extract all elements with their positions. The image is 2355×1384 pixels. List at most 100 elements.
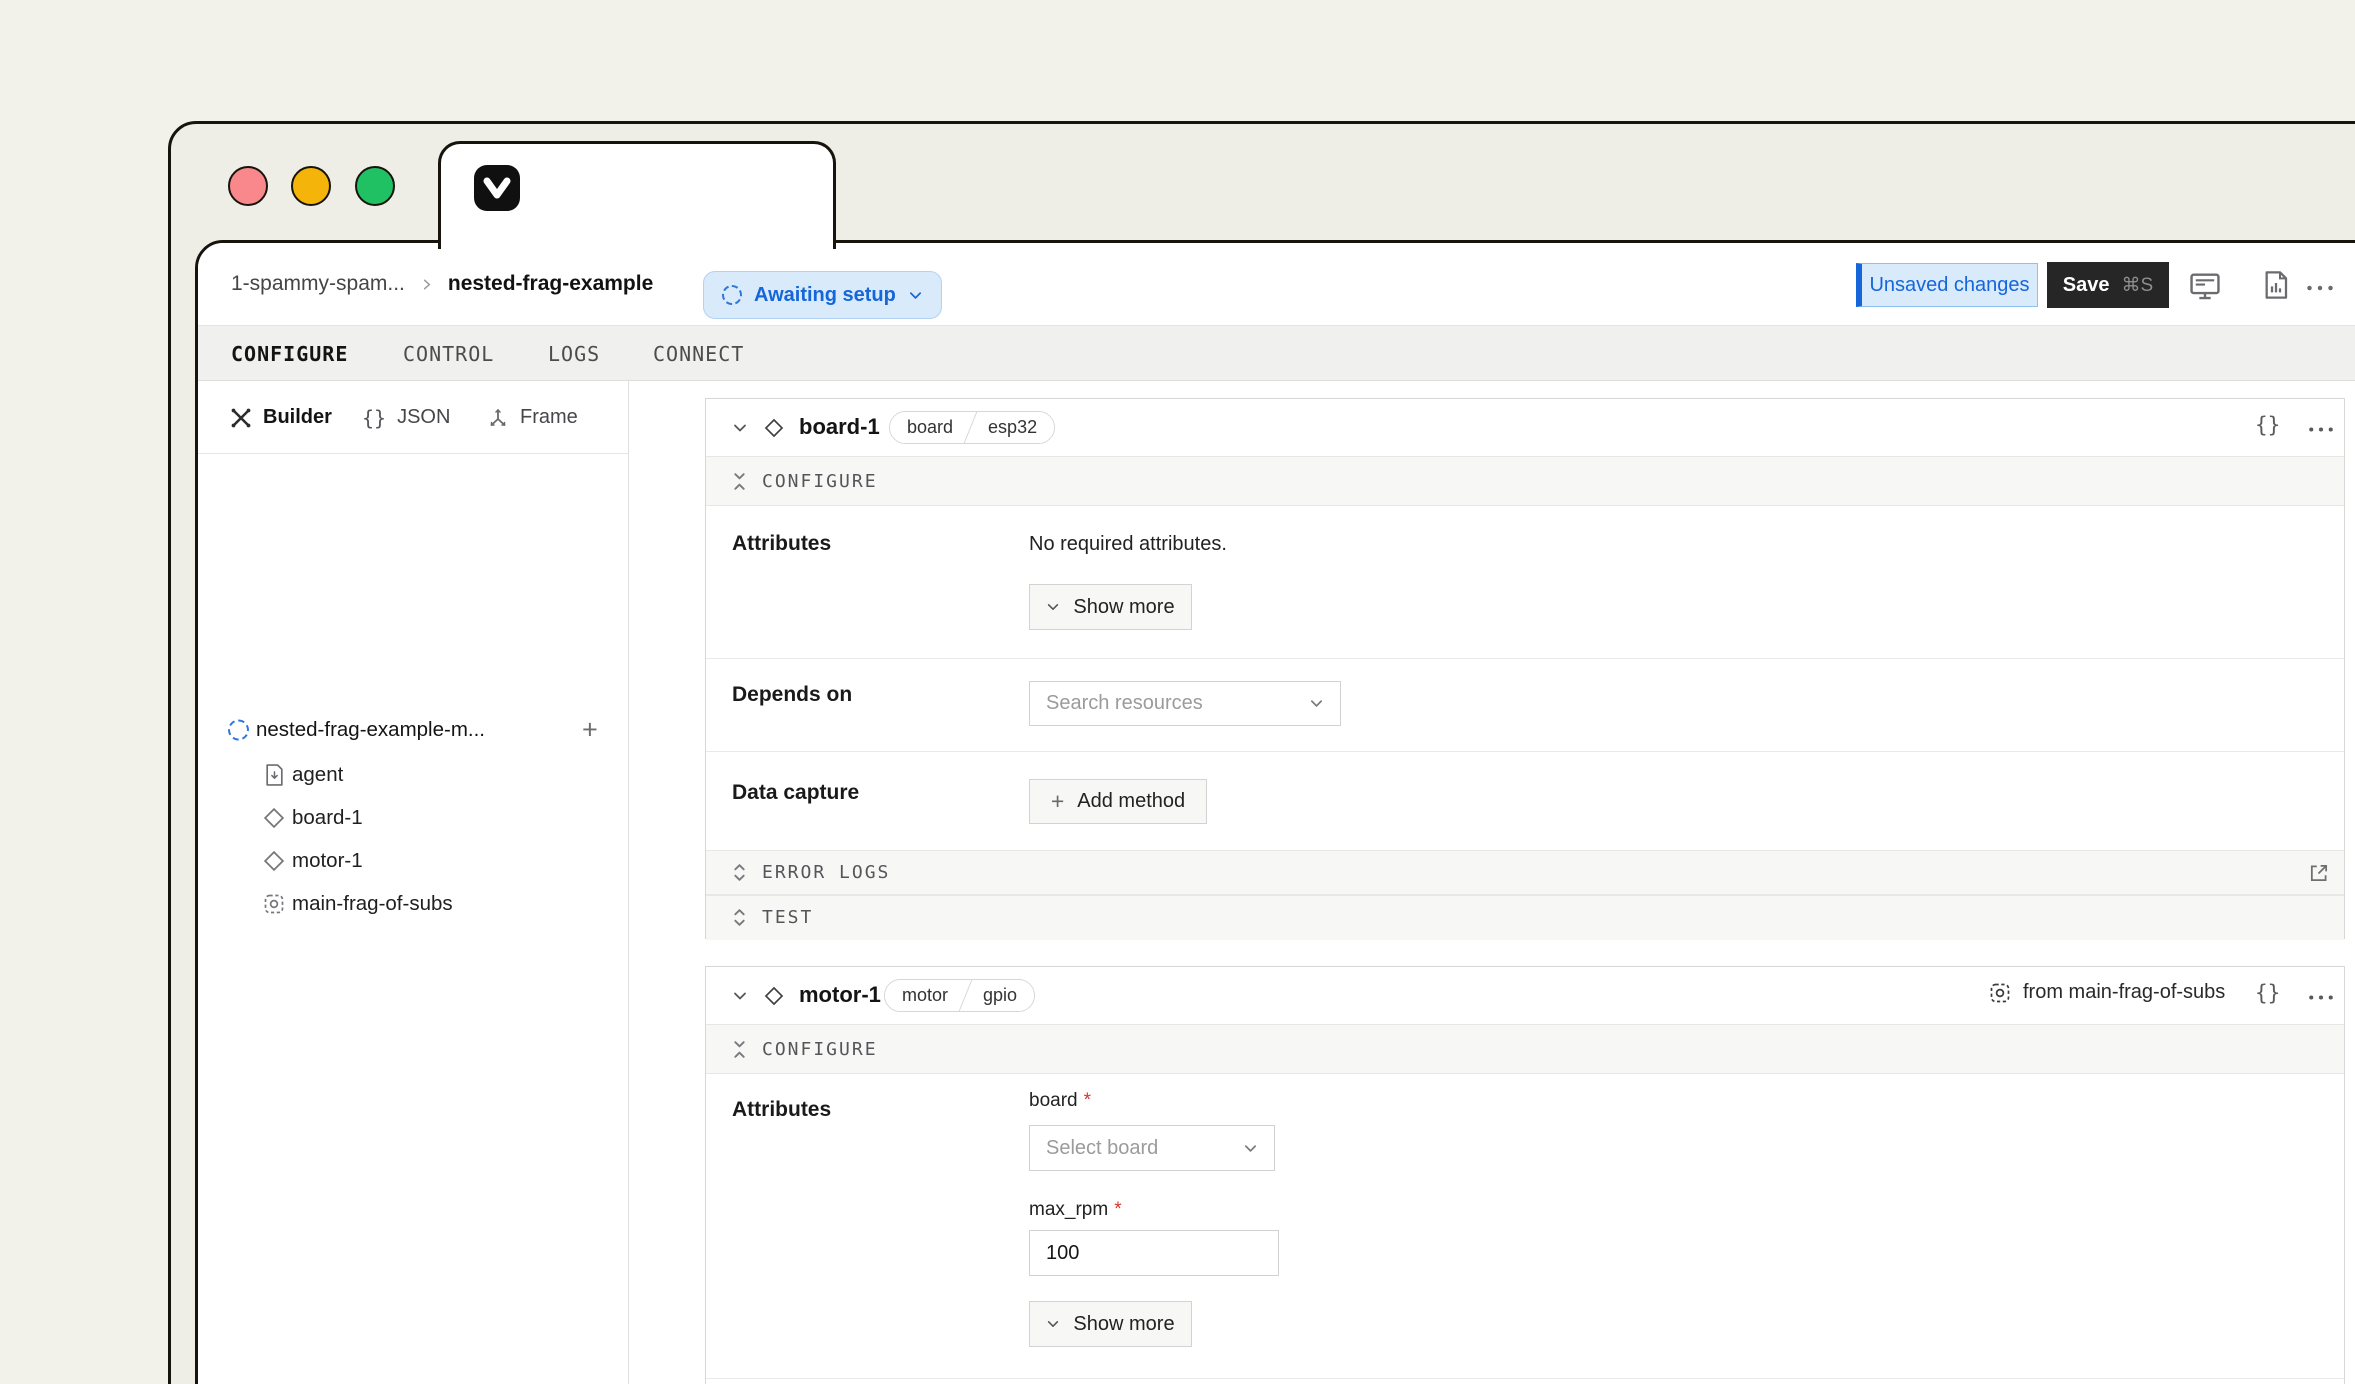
chevron-down-icon	[1309, 696, 1324, 711]
code-braces-icon[interactable]: {}	[2255, 413, 2280, 437]
max-rpm-input[interactable]	[1029, 1230, 1279, 1276]
resource-card-motor-1: motor-1 motor gpio from main-frag-of-sub…	[705, 966, 2345, 1384]
chevron-down-icon	[1046, 1317, 1060, 1331]
tree-item-label: main-frag-of-subs	[292, 892, 453, 916]
unsaved-changes-label: Unsaved changes	[1869, 274, 2029, 297]
tree-item-label: board-1	[292, 806, 363, 830]
add-method-button[interactable]: + Add method	[1029, 779, 1207, 824]
card-header: board-1 board esp32 {}	[706, 399, 2344, 456]
show-more-label: Show more	[1073, 1313, 1174, 1336]
view-tab-json-label: JSON	[397, 406, 450, 429]
browser-tab[interactable]	[438, 141, 836, 249]
tab-control[interactable]: CONTROL	[403, 326, 494, 382]
resource-type-tag: board	[890, 412, 970, 443]
collapse-chevron-icon[interactable]	[732, 988, 748, 1004]
resource-model-tag: esp32	[971, 412, 1054, 443]
add-method-label: Add method	[1077, 790, 1185, 813]
row-divider	[706, 751, 2344, 752]
show-more-button[interactable]: Show more	[1029, 584, 1192, 630]
breadcrumb-parent-link[interactable]: 1-spammy-spam...	[231, 272, 405, 296]
machine-awaiting-icon	[228, 720, 249, 741]
from-fragment-link[interactable]: from main-frag-of-subs	[1989, 981, 2225, 1004]
tree-item-board-1[interactable]: board-1	[198, 796, 628, 840]
save-button-label: Save	[2063, 274, 2110, 297]
tab-configure[interactable]: CONFIGURE	[231, 326, 348, 382]
collapse-chevron-icon[interactable]	[732, 420, 748, 436]
component-diamond-icon	[263, 850, 285, 872]
attributes-label: Attributes	[732, 532, 831, 556]
configure-section-label: CONFIGURE	[762, 1039, 878, 1060]
card-header: motor-1 motor gpio from main-frag-of-sub…	[706, 967, 2344, 1024]
test-section-label: TEST	[762, 907, 813, 928]
configure-section-header[interactable]: CONFIGURE	[706, 1024, 2344, 1074]
traffic-light-close-button[interactable]	[228, 166, 268, 206]
component-diamond-icon	[764, 418, 784, 438]
view-tab-json[interactable]: {} JSON	[362, 381, 450, 454]
show-more-label: Show more	[1073, 596, 1174, 619]
machine-status-badge[interactable]: Awaiting setup	[703, 271, 942, 319]
tab-logs[interactable]: LOGS	[548, 326, 600, 382]
show-more-button[interactable]: Show more	[1029, 1301, 1192, 1347]
sidebar-view-switcher: Builder {} JSON Frame	[198, 381, 628, 454]
chevron-down-icon	[1046, 600, 1060, 614]
breadcrumb-chevron-icon	[419, 277, 434, 292]
save-button[interactable]: Save ⌘S	[2047, 262, 2169, 308]
resource-type-pill: board esp32	[889, 411, 1055, 444]
card-menu-icon[interactable]	[2308, 425, 2334, 434]
configure-section-header[interactable]: CONFIGURE	[706, 456, 2344, 506]
depends-on-label: Depends on	[732, 683, 852, 707]
attributes-note: No required attributes.	[1029, 533, 1227, 556]
board-field-label: board*	[1029, 1090, 1091, 1112]
resource-title: motor-1	[799, 982, 881, 1008]
tree-item-motor-1[interactable]: motor-1	[198, 839, 628, 883]
configure-section-label: CONFIGURE	[762, 471, 878, 492]
viam-logo-icon	[474, 165, 520, 211]
breadcrumb-current: nested-frag-example	[448, 272, 653, 296]
select-board-dropdown[interactable]: Select board	[1029, 1125, 1275, 1171]
machine-page-icon[interactable]	[2188, 269, 2222, 303]
status-chevron-down-icon	[908, 288, 923, 303]
expand-section-icon	[732, 907, 747, 928]
tab-connect[interactable]: CONNECT	[653, 326, 744, 382]
depends-on-select[interactable]: Search resources	[1029, 681, 1341, 726]
external-link-icon[interactable]	[2308, 862, 2330, 884]
view-tab-frame[interactable]: Frame	[487, 381, 578, 454]
tree-item-machine-root[interactable]: nested-frag-example-m... +	[198, 708, 628, 752]
from-fragment-label: from main-frag-of-subs	[2023, 981, 2225, 1004]
config-sidebar: Builder {} JSON Frame nested-frag-exampl…	[198, 381, 629, 1384]
card-menu-icon[interactable]	[2308, 993, 2334, 1002]
row-divider	[706, 658, 2344, 659]
save-shortcut-label: ⌘S	[2122, 274, 2154, 297]
traffic-light-minimize-button[interactable]	[291, 166, 331, 206]
code-braces-icon[interactable]: {}	[2255, 981, 2280, 1005]
resource-type-tag: motor	[885, 980, 965, 1011]
attributes-label: Attributes	[732, 1098, 831, 1122]
plus-icon: +	[1051, 788, 1064, 815]
resource-model-tag: gpio	[966, 980, 1034, 1011]
required-marker: *	[1084, 1090, 1091, 1111]
resource-title: board-1	[799, 414, 880, 440]
add-resource-button[interactable]: +	[582, 717, 598, 744]
component-diamond-icon	[263, 807, 285, 829]
tree-item-label: motor-1	[292, 849, 363, 873]
view-tab-builder[interactable]: Builder	[230, 381, 332, 454]
resource-card-board-1: board-1 board esp32 {} CONFIGURE Attribu…	[705, 398, 2345, 939]
machine-nav-tabs: CONFIGURE CONTROL LOGS CONNECT	[198, 325, 2355, 381]
builder-tools-icon	[230, 407, 252, 429]
overflow-menu-icon[interactable]	[2306, 283, 2334, 293]
tree-item-main-frag-of-subs[interactable]: main-frag-of-subs	[198, 882, 628, 926]
traffic-light-zoom-button[interactable]	[355, 166, 395, 206]
machine-status-label: Awaiting setup	[754, 284, 896, 307]
code-braces-icon: {}	[362, 406, 386, 430]
component-diamond-icon	[764, 986, 784, 1006]
test-section-header[interactable]: TEST	[706, 895, 2344, 940]
breadcrumb: 1-spammy-spam... nested-frag-example	[231, 243, 653, 325]
required-marker: *	[1114, 1199, 1121, 1220]
row-divider	[706, 1378, 2344, 1379]
unsaved-changes-chip[interactable]: Unsaved changes	[1856, 263, 2038, 307]
frame-axes-icon	[487, 407, 509, 429]
resource-type-pill: motor gpio	[884, 979, 1035, 1012]
tree-item-agent[interactable]: agent	[198, 753, 628, 797]
error-logs-section-header[interactable]: ERROR LOGS	[706, 850, 2344, 895]
data-file-icon[interactable]	[2260, 269, 2292, 301]
